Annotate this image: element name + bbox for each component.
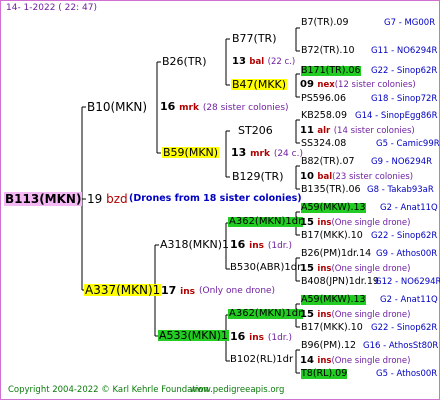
gen4-queen-14[interactable]: B17(MKK).10 <box>301 323 363 333</box>
gen4-queen-10[interactable]: B17(MKK).10 <box>301 231 363 241</box>
gen4-ref-9: G2 - Anat11Q <box>380 203 438 213</box>
gen3-queen-2[interactable]: B47(MKK) <box>231 79 288 90</box>
gen4-ref-2: G11 - NO6294R <box>371 46 438 56</box>
gen3-info-1: 13 bal (22 c.) <box>232 56 296 67</box>
gen4-queen-1[interactable]: B7(TR).09 <box>301 18 349 28</box>
gen4-queen-9[interactable]: A59(MKW).13 <box>301 203 366 213</box>
gen3-queen-1[interactable]: B77(TR) <box>232 33 277 44</box>
gen4-queen-5[interactable]: KB258.09 <box>301 111 347 121</box>
gen2-info-2: 13 mrk (24 c.) <box>231 146 303 159</box>
gen3-info-4: 10 bal(23 sister colonies) <box>300 171 414 182</box>
gen4-ref-12: G12 - NO6294R <box>375 277 440 287</box>
gen3-info-3: 11 alr (14 sister colonies) <box>300 125 415 136</box>
gen3-queen-8[interactable]: B102(RL)1dr <box>230 355 293 365</box>
gen2-info-4: 16 ins (1dr.) <box>230 330 293 343</box>
gen1-queen-1[interactable]: B10(MKN) <box>87 101 147 113</box>
gen2-queen-1[interactable]: B26(TR) <box>162 56 207 67</box>
gen4-ref-10: G22 - Sinop62R <box>371 231 438 241</box>
gen3-queen-4[interactable]: B129(TR) <box>232 171 284 182</box>
copyright-text: Copyright 2004-2022 © Karl Kehrle Founda… <box>8 385 209 395</box>
gen1-note-2: (Only one drone) <box>199 286 276 296</box>
gen4-queen-2[interactable]: B72(TR).10 <box>301 46 355 56</box>
gen2-queen-2[interactable]: B59(MKN) <box>162 147 220 158</box>
gen3-info-5: 15 ins(One single drone) <box>300 217 411 228</box>
gen3-queen-6[interactable]: B530(ABR)1dr <box>230 263 301 273</box>
root-count: 19 bzd <box>87 192 128 206</box>
gen3-queen-7[interactable]: A362(MKN)1dr <box>228 309 304 319</box>
gen1-info-1: 16 mrk (28 sister colonies) <box>160 100 289 113</box>
gen4-queen-6[interactable]: SS324.08 <box>301 139 346 149</box>
gen4-queen-15[interactable]: B96(PM).12 <box>301 341 356 351</box>
gen4-queen-13[interactable]: A59(MKW).13 <box>301 295 366 305</box>
gen4-queen-12[interactable]: B408(JPN)1dr.19 <box>301 277 379 287</box>
root-queen[interactable]: B113(MKN) <box>4 192 83 206</box>
gen4-ref-8: G8 - Takab93aR <box>367 185 434 195</box>
gen1-queen-2[interactable]: A337(MKN)1 <box>84 284 162 296</box>
gen4-queen-4[interactable]: PS596.06 <box>301 94 346 104</box>
gen3-info-2: 09 nex(12 sister colonies) <box>300 79 416 90</box>
gen4-ref-11: G9 - Athos00R <box>376 249 438 259</box>
gen3-info-7: 15 ins(One single drone) <box>300 309 411 320</box>
gen2-queen-4[interactable]: A533(MKN)1 <box>158 330 230 341</box>
gen4-queen-7[interactable]: B82(TR).07 <box>301 157 355 167</box>
gen3-info-8: 14 ins(One single drone) <box>300 355 411 366</box>
gen4-ref-1: G7 - MG00R <box>384 18 436 28</box>
gen2-queen-3[interactable]: A318(MKN)1 <box>160 239 229 250</box>
gen4-ref-13: G2 - Anat11Q <box>380 295 438 305</box>
gen4-queen-16[interactable]: T8(RL).09 <box>301 369 348 379</box>
gen4-queen-11[interactable]: B26(PM)1dr.14 <box>301 249 371 259</box>
gen2-info-3: 16 ins (1dr.) <box>230 238 293 251</box>
gen4-ref-4: G18 - Sinop72R <box>371 94 438 104</box>
root-note: (Drones from 18 sister colonies) <box>129 193 302 204</box>
gen4-ref-14: G22 - Sinop62R <box>371 323 438 333</box>
gen4-ref-5: G14 - SinopEgg86R <box>355 111 438 121</box>
gen3-queen-5[interactable]: A362(MKN)1dr <box>228 217 304 227</box>
website-link[interactable]: www.pedigreeapis.org <box>190 386 284 395</box>
gen3-queen-3[interactable]: ST206 <box>238 125 273 136</box>
gen4-queen-8[interactable]: B135(TR).06 <box>301 185 361 195</box>
gen4-ref-15: G16 - AthosSt80R <box>363 341 439 351</box>
gen4-ref-7: G9 - NO6294R <box>371 157 433 167</box>
gen4-ref-16: G5 - Athos00R <box>376 369 438 379</box>
gen4-ref-3: G22 - Sinop62R <box>371 66 438 76</box>
gen4-queen-3[interactable]: B171(TR).06 <box>301 66 361 76</box>
gen1-info-2: 17 ins <box>161 284 196 297</box>
gen3-info-6: 15 ins(One single drone) <box>300 263 411 274</box>
generated-date: 14- 1-2022 ( 22: 47) <box>6 3 97 13</box>
gen4-ref-6: G5 - Camic99R <box>376 139 440 149</box>
